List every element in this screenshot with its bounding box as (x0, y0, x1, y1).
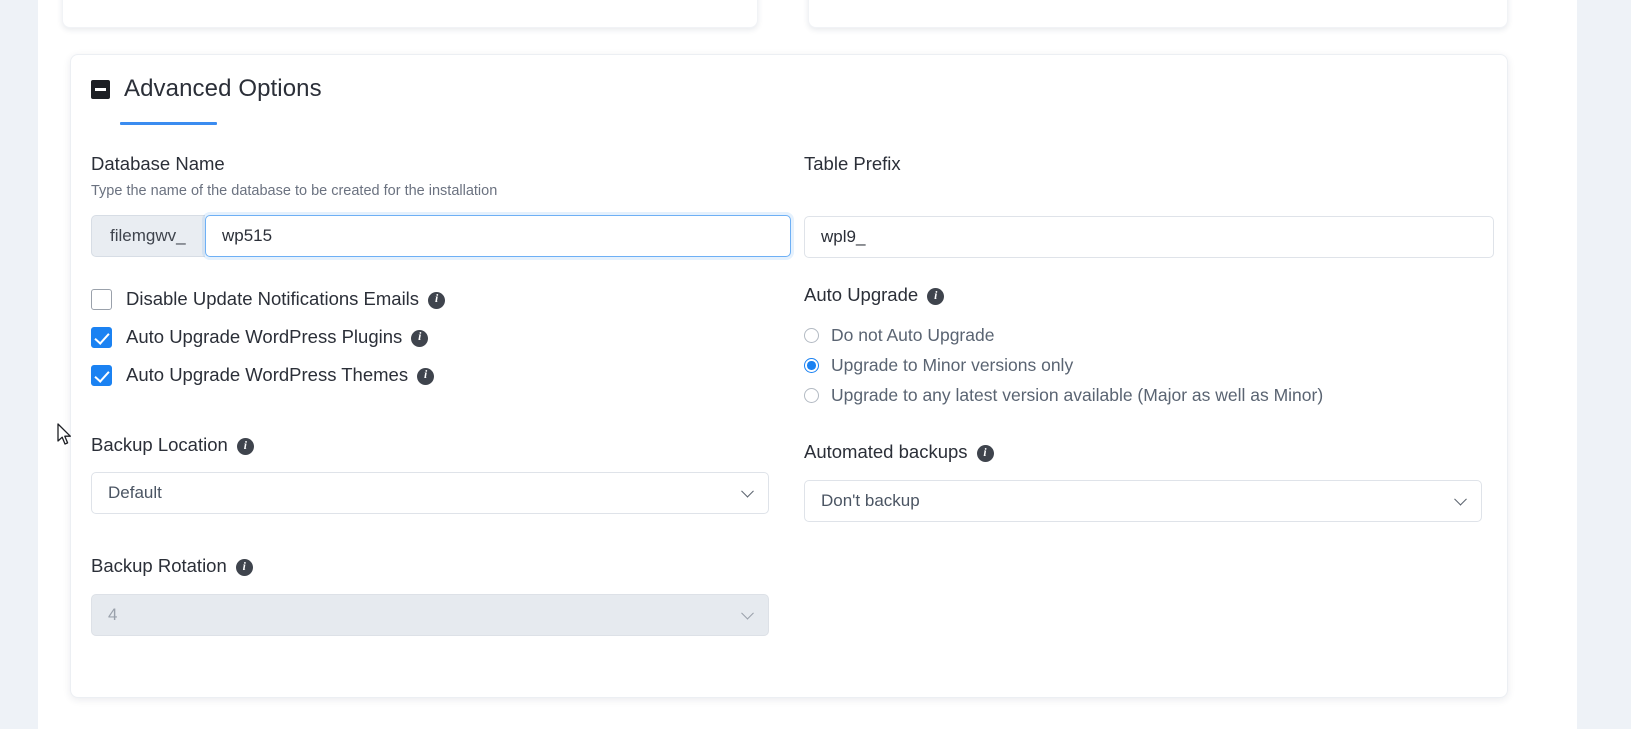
radio-any-latest[interactable] (804, 387, 819, 403)
checkbox-row-auto-upgrade-plugins[interactable]: Auto Upgrade WordPress Plugins i (91, 321, 791, 353)
checkbox-row-disable-update-emails[interactable]: Disable Update Notifications Emails i (91, 283, 791, 315)
database-name-input-group: filemgwv_ (91, 215, 791, 258)
database-name-hint: Type the name of the database to be crea… (91, 183, 498, 200)
backup-rotation-select: 4 (91, 593, 769, 636)
checkbox-auto-upgrade-plugins[interactable] (91, 326, 112, 348)
table-prefix-input-wrap (804, 216, 1494, 259)
auto-upgrade-label-text: Auto Upgrade (804, 284, 919, 306)
backup-location-label: Backup Location i (91, 434, 791, 456)
header-accent-bar (120, 122, 217, 125)
database-name-field: Database Name Type the name of the datab… (91, 153, 791, 258)
table-prefix-field: Table Prefix (804, 153, 1494, 259)
chevron-down-icon (741, 485, 754, 498)
checkbox-text-0: Disable Update Notifications Emails (126, 288, 420, 310)
automated-backups-label: Automated backups i (804, 441, 1494, 463)
backup-rotation-value: 4 (108, 604, 118, 624)
radio-label-1: Upgrade to Minor versions only (831, 354, 1074, 375)
radio-row-no-auto-upgrade[interactable]: Do not Auto Upgrade (804, 320, 1494, 350)
info-icon[interactable]: i (927, 287, 945, 305)
page-viewport: Advanced Options Database Name Type the … (0, 0, 1631, 729)
checkbox-list: Disable Update Notifications Emails i Au… (91, 283, 791, 391)
database-name-label: Database Name (91, 153, 225, 174)
info-icon[interactable]: i (236, 437, 254, 455)
table-prefix-input[interactable] (804, 216, 1494, 259)
automated-backups-field: Automated backups i Don't backup (804, 441, 1494, 522)
checkbox-label-auto-upgrade-themes: Auto Upgrade WordPress Themes i (126, 364, 435, 386)
chevron-down-icon (741, 606, 754, 620)
radio-minor-only[interactable] (804, 357, 819, 373)
backup-rotation-field: Backup Rotation i 4 (91, 555, 791, 636)
minus-square-icon[interactable] (91, 79, 110, 99)
info-icon[interactable]: i (235, 558, 253, 576)
checkbox-label-auto-upgrade-plugins: Auto Upgrade WordPress Plugins i (126, 326, 429, 348)
previous-card-left (62, 0, 758, 28)
checkbox-disable-update-emails[interactable] (91, 288, 112, 310)
checkbox-row-auto-upgrade-themes[interactable]: Auto Upgrade WordPress Themes i (91, 359, 791, 391)
auto-upgrade-field: Auto Upgrade i Do not Auto Upgrade Upgra… (804, 284, 1494, 410)
radio-label-2: Upgrade to any latest version available … (831, 384, 1324, 405)
info-icon[interactable]: i (976, 444, 994, 462)
right-column: Table Prefix Auto Upgrade i Do not Auto … (804, 153, 1494, 522)
page-title: Advanced Options (124, 75, 322, 102)
info-icon[interactable]: i (417, 367, 435, 385)
checkbox-auto-upgrade-themes[interactable] (91, 364, 112, 386)
checkbox-text-2: Auto Upgrade WordPress Themes (126, 364, 409, 386)
info-icon[interactable]: i (411, 329, 429, 347)
backup-location-value: Default (108, 483, 162, 503)
advanced-options-header[interactable]: Advanced Options (91, 75, 322, 103)
automated-backups-label-text: Automated backups (804, 441, 968, 463)
checkbox-label-disable-update-emails: Disable Update Notifications Emails i (126, 288, 446, 310)
checkbox-text-1: Auto Upgrade WordPress Plugins (126, 326, 403, 348)
table-prefix-label: Table Prefix (804, 153, 901, 174)
radio-row-minor-only[interactable]: Upgrade to Minor versions only (804, 350, 1494, 380)
backup-rotation-label: Backup Rotation i (91, 555, 791, 577)
backup-rotation-label-text: Backup Rotation (91, 555, 227, 577)
info-icon[interactable]: i (428, 291, 446, 309)
database-name-prefix: filemgwv_ (91, 215, 205, 258)
advanced-options-card: Advanced Options Database Name Type the … (70, 54, 1508, 698)
chevron-down-icon (1454, 492, 1467, 506)
radio-no-auto-upgrade[interactable] (804, 327, 819, 343)
radio-label-0: Do not Auto Upgrade (831, 324, 995, 345)
database-name-input[interactable] (205, 215, 791, 258)
left-column: Database Name Type the name of the datab… (91, 153, 791, 636)
automated-backups-value: Don't backup (821, 490, 920, 510)
auto-upgrade-label: Auto Upgrade i (804, 284, 1494, 306)
previous-card-right (808, 0, 1508, 28)
backup-location-field: Backup Location i Default (91, 434, 791, 515)
radio-row-any-latest[interactable]: Upgrade to any latest version available … (804, 380, 1494, 410)
backup-location-label-text: Backup Location (91, 434, 228, 456)
backup-location-select[interactable]: Default (91, 472, 769, 515)
auto-upgrade-radio-group: Do not Auto Upgrade Upgrade to Minor ver… (804, 320, 1494, 410)
automated-backups-select[interactable]: Don't backup (804, 479, 1482, 522)
